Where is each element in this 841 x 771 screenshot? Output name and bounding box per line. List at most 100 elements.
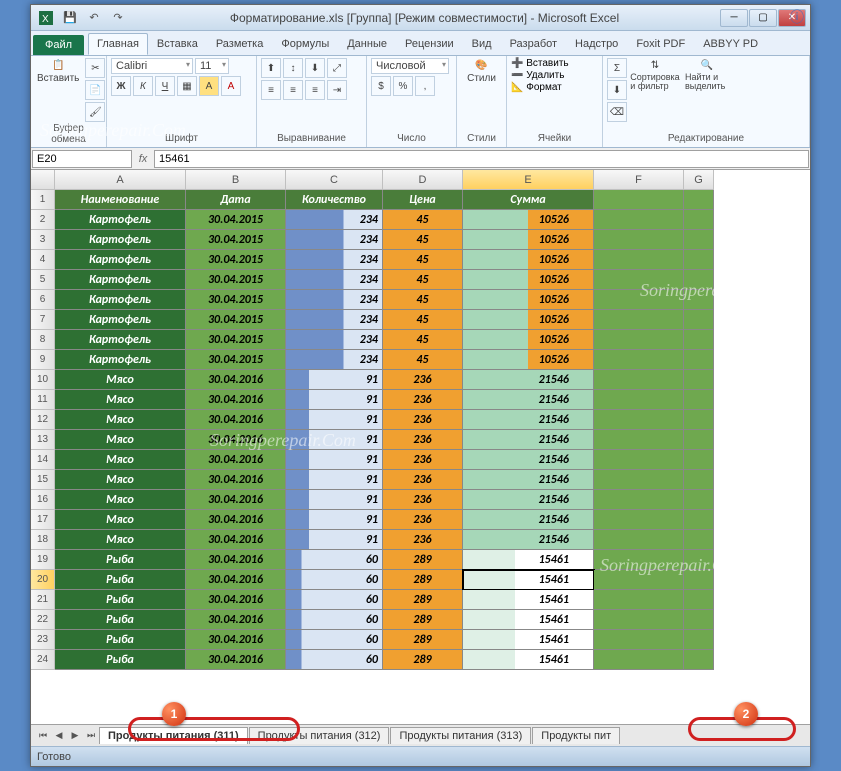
data-cell[interactable]: Рыба [55, 630, 186, 650]
data-cell[interactable]: Картофель [55, 230, 186, 250]
data-cell[interactable]: 45 [383, 310, 463, 330]
empty-cell[interactable] [594, 270, 684, 290]
table-header[interactable]: Цена [383, 190, 463, 210]
empty-cell[interactable] [684, 610, 714, 630]
empty-cell[interactable] [594, 230, 684, 250]
ribbon-tab[interactable]: Рецензии [396, 33, 463, 55]
data-cell[interactable]: Рыба [55, 610, 186, 630]
maximize-button[interactable]: ▢ [749, 9, 777, 27]
empty-cell[interactable] [684, 250, 714, 270]
data-cell[interactable]: 289 [383, 610, 463, 630]
empty-cell[interactable] [594, 510, 684, 530]
align-center-icon[interactable]: ≡ [283, 80, 303, 100]
data-cell[interactable]: Картофель [55, 250, 186, 270]
tab-nav-last-icon[interactable]: ⏭ [83, 728, 99, 744]
empty-cell[interactable] [594, 450, 684, 470]
align-top-icon[interactable]: ⬆ [261, 58, 281, 78]
ribbon-tab[interactable]: Разработ [501, 33, 566, 55]
find-select-button[interactable]: 🔍Найти и выделить [683, 58, 731, 93]
fill-color-icon[interactable]: A [199, 76, 219, 96]
column-header[interactable]: G [684, 170, 714, 190]
row-header[interactable]: 14 [31, 450, 55, 470]
data-cell[interactable]: Мясо [55, 410, 186, 430]
empty-cell[interactable] [594, 590, 684, 610]
empty-cell[interactable] [594, 550, 684, 570]
data-cell[interactable]: 60 [286, 630, 383, 650]
ribbon-tab[interactable]: ABBYY PD [694, 33, 767, 55]
data-cell[interactable]: Картофель [55, 350, 186, 370]
empty-cell[interactable] [594, 430, 684, 450]
styles-button[interactable]: 🎨Стили [461, 58, 502, 86]
data-cell[interactable]: Мясо [55, 370, 186, 390]
row-header[interactable]: 8 [31, 330, 55, 350]
row-header[interactable]: 6 [31, 290, 55, 310]
data-cell[interactable]: 91 [286, 370, 383, 390]
empty-cell[interactable] [684, 470, 714, 490]
data-cell[interactable]: 234 [286, 230, 383, 250]
table-header[interactable]: Наименование [55, 190, 186, 210]
data-cell[interactable]: Картофель [55, 290, 186, 310]
data-cell[interactable]: 45 [383, 230, 463, 250]
row-header[interactable]: 10 [31, 370, 55, 390]
data-cell[interactable]: 45 [383, 250, 463, 270]
empty-cell[interactable] [684, 350, 714, 370]
cut-icon[interactable]: ✂ [85, 58, 105, 78]
row-header[interactable]: 24 [31, 650, 55, 670]
data-cell[interactable]: 45 [383, 350, 463, 370]
bold-button[interactable]: Ж [111, 76, 131, 96]
data-cell[interactable]: 30.04.2016 [186, 650, 286, 670]
column-header[interactable]: A [55, 170, 186, 190]
data-cell[interactable]: 15461 [463, 570, 594, 590]
data-cell[interactable]: 30.04.2016 [186, 630, 286, 650]
empty-cell[interactable] [684, 270, 714, 290]
data-cell[interactable]: 236 [383, 470, 463, 490]
row-header[interactable]: 23 [31, 630, 55, 650]
data-cell[interactable]: Картофель [55, 310, 186, 330]
column-header[interactable]: B [186, 170, 286, 190]
empty-cell[interactable] [594, 250, 684, 270]
data-cell[interactable]: 289 [383, 570, 463, 590]
data-cell[interactable]: 21546 [463, 470, 594, 490]
data-cell[interactable]: 15461 [463, 650, 594, 670]
row-header[interactable]: 19 [31, 550, 55, 570]
sheet-tab[interactable]: Продукты питания (312) [249, 727, 390, 744]
empty-cell[interactable] [684, 410, 714, 430]
column-header[interactable]: E [463, 170, 594, 190]
data-cell[interactable]: 30.04.2016 [186, 490, 286, 510]
ribbon-tab[interactable]: Данные [338, 33, 396, 55]
data-cell[interactable]: 30.04.2016 [186, 570, 286, 590]
data-cell[interactable]: 289 [383, 630, 463, 650]
data-cell[interactable]: 21546 [463, 490, 594, 510]
data-cell[interactable]: Мясо [55, 530, 186, 550]
align-left-icon[interactable]: ≡ [261, 80, 281, 100]
data-cell[interactable]: 45 [383, 290, 463, 310]
align-right-icon[interactable]: ≡ [305, 80, 325, 100]
table-header[interactable]: Количество [286, 190, 383, 210]
empty-cell[interactable] [684, 390, 714, 410]
empty-cell[interactable] [684, 650, 714, 670]
data-cell[interactable]: 30.04.2015 [186, 270, 286, 290]
empty-cell[interactable] [684, 490, 714, 510]
data-cell[interactable]: 21546 [463, 510, 594, 530]
row-header[interactable]: 3 [31, 230, 55, 250]
delete-cells-button[interactable]: ➖ Удалить [511, 70, 564, 81]
table-header[interactable]: Дата [186, 190, 286, 210]
ribbon-tab[interactable]: Формулы [272, 33, 338, 55]
data-cell[interactable]: 236 [383, 450, 463, 470]
empty-cell[interactable] [594, 570, 684, 590]
data-cell[interactable]: 21546 [463, 450, 594, 470]
format-cells-button[interactable]: 📐 Формат [511, 82, 562, 93]
empty-cell[interactable] [594, 210, 684, 230]
data-cell[interactable]: 30.04.2015 [186, 290, 286, 310]
ribbon-tab[interactable]: Foxit PDF [627, 33, 694, 55]
data-cell[interactable]: Рыба [55, 570, 186, 590]
data-cell[interactable]: Мясо [55, 450, 186, 470]
empty-cell[interactable] [684, 570, 714, 590]
table-header[interactable]: Сумма [463, 190, 594, 210]
row-header[interactable]: 4 [31, 250, 55, 270]
row-header[interactable]: 21 [31, 590, 55, 610]
data-cell[interactable]: 45 [383, 270, 463, 290]
help-icon[interactable]: ⓘ [790, 7, 804, 27]
row-header[interactable]: 5 [31, 270, 55, 290]
data-cell[interactable]: 60 [286, 550, 383, 570]
